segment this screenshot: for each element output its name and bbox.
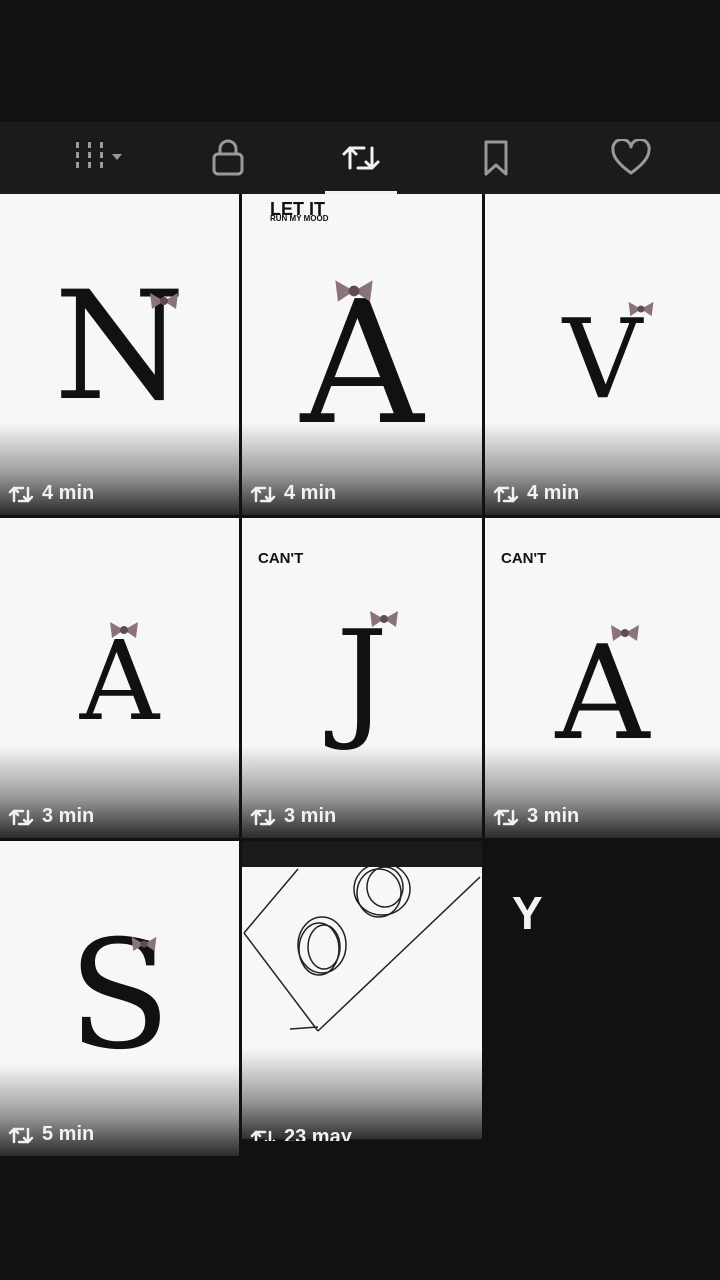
post-letter: N [53, 260, 186, 434]
repost-icon [493, 483, 519, 505]
tab-private[interactable] [163, 122, 293, 194]
repost-time: 3 min [284, 805, 337, 827]
post-tile[interactable]: A 3 min [0, 518, 239, 838]
repost-time: 4 min [527, 482, 580, 504]
overlay-text: Y [512, 887, 543, 939]
repost-time: 4 min [284, 482, 337, 504]
repost-meta: 23 may [250, 1126, 352, 1141]
caption-subtitle: RUN MY MOOD [270, 214, 329, 223]
bottom-bar [0, 1156, 720, 1280]
repost-time: 5 min [42, 1123, 95, 1145]
post-tile[interactable]: CAN'T A 3 min [485, 518, 720, 838]
repost-icon [250, 806, 276, 828]
repost-icon [493, 806, 519, 828]
tab-liked[interactable] [566, 122, 696, 194]
tab-saved[interactable] [431, 122, 561, 194]
bow-icon [146, 289, 182, 318]
repost-meta: 4 min [493, 482, 579, 505]
bow-icon [128, 933, 160, 960]
repost-icon [8, 1124, 34, 1146]
repost-icon [8, 483, 34, 505]
caption: CAN'T [501, 550, 547, 567]
repost-meta: 4 min [8, 482, 94, 505]
caption: CAN'T [258, 550, 304, 567]
post-letter: A [555, 617, 650, 769]
repost-icon [340, 138, 382, 178]
top-bar [0, 0, 720, 122]
post-tile[interactable]: 23 may [242, 841, 482, 1141]
tab-videos[interactable] [35, 122, 165, 194]
repost-meta: 5 min [8, 1123, 94, 1146]
repost-time: 3 min [527, 805, 580, 827]
profile-tabs [0, 122, 720, 194]
repost-icon [8, 806, 34, 828]
post-letter: J [335, 602, 389, 754]
post-tile[interactable]: CAN'T J 3 min [242, 518, 482, 838]
post-tile[interactable]: N 4 min [0, 194, 239, 515]
post-tile[interactable]: S 5 min [0, 841, 239, 1156]
repost-icon [250, 483, 276, 505]
post-tile[interactable]: V 4 min [485, 194, 720, 515]
repost-meta: 4 min [250, 482, 336, 505]
repost-meta: 3 min [493, 805, 579, 828]
bookmark-icon [480, 138, 512, 178]
bow-icon [607, 620, 643, 651]
repost-time: 23 may [284, 1126, 352, 1141]
bow-icon [106, 618, 142, 647]
repost-icon [250, 1127, 276, 1141]
repost-time: 3 min [42, 805, 95, 827]
post-tile[interactable]: LET IT RUN MY MOOD A 4 min [242, 194, 482, 515]
post-letter: V [562, 295, 643, 423]
lock-icon [210, 138, 246, 178]
grid-dropdown-icon [72, 138, 128, 178]
repost-time: 4 min [42, 482, 95, 504]
post-letter: S [68, 909, 171, 1083]
bow-icon [625, 298, 657, 325]
tab-reposts[interactable] [296, 122, 426, 194]
bow-icon [330, 274, 378, 313]
repost-meta: 3 min [8, 805, 94, 828]
bow-icon [366, 606, 402, 637]
repost-meta: 3 min [250, 805, 336, 828]
heart-icon [611, 139, 651, 177]
